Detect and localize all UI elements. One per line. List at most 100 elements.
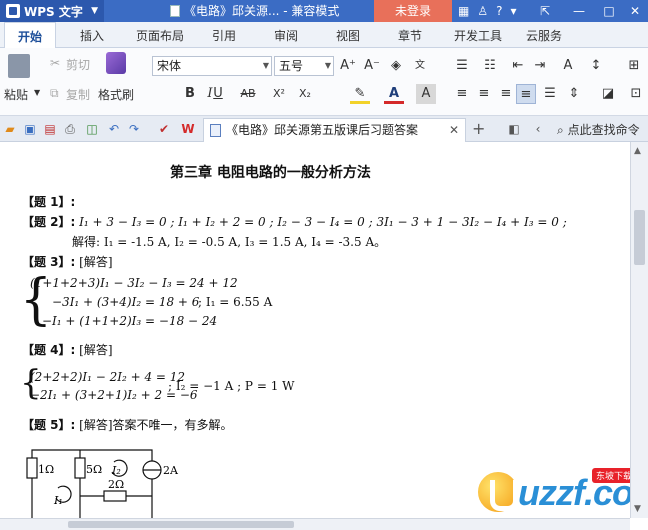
tab-page-layout[interactable]: 页面布局	[128, 22, 192, 48]
open-icon[interactable]: ▰	[2, 121, 18, 137]
char-shading-icon[interactable]: A	[416, 84, 436, 104]
font-color-icon[interactable]: A	[384, 84, 404, 104]
restore-icon[interactable]: ⇱	[532, 0, 558, 22]
tab-sections[interactable]: 章节	[388, 22, 432, 48]
wps-menu-button[interactable]: WPS 文字 ▼	[0, 0, 104, 22]
chevron-down-icon: ▼	[262, 61, 269, 70]
grow-font-icon[interactable]: A⁺	[338, 56, 358, 76]
question-2-equations: I₁ + 3 − I₃ = 0 ; I₁ + I₂ + 2 = 0 ; I₂ −…	[79, 215, 567, 229]
cut-button[interactable]: 剪切	[66, 56, 90, 73]
tab-view[interactable]: 视图	[326, 22, 370, 48]
paste-button[interactable]: 粘贴	[4, 86, 28, 103]
login-button[interactable]: 未登录	[374, 0, 452, 22]
bullets-icon[interactable]: ☰	[452, 56, 472, 76]
distributed-align-icon[interactable]: ☰	[540, 84, 560, 104]
redo-icon[interactable]: ↷	[126, 121, 142, 137]
export-pdf-icon[interactable]: ▤	[42, 121, 58, 137]
shading-icon[interactable]: ◪	[598, 84, 618, 104]
question-3-eq1: (1+1+2+3)I₁ − 3I₂ − I₃ = 24 + 12	[30, 276, 238, 290]
help-search[interactable]: ⌕ 点此查找命令	[557, 121, 640, 138]
question-4: 【题 4】: [解答]	[22, 343, 113, 357]
paste-icon[interactable]	[8, 54, 30, 78]
bold-button[interactable]: B	[180, 84, 200, 104]
strikethrough-button[interactable]: AB	[236, 84, 260, 104]
table-icon[interactable]: ⊞	[624, 56, 644, 76]
minimize-icon[interactable]: —	[566, 0, 592, 22]
line-spacing-icon[interactable]: ⇕	[564, 84, 584, 104]
print-preview-icon[interactable]: ◫	[84, 121, 100, 137]
question-4-eq1: (2+2+2)I₁ − 2I₂ + 4 = 12	[30, 370, 186, 384]
scroll-down-icon[interactable]: ▼	[634, 504, 641, 514]
decrease-indent-icon[interactable]: ⇤	[508, 56, 528, 76]
document-tab[interactable]: 《电路》邱关源第五版课后习题答案 ✕	[203, 118, 466, 142]
shirt-icon[interactable]: ♙	[477, 4, 488, 18]
save-icon[interactable]: ▣	[22, 121, 38, 137]
watermark-logo-icon	[476, 470, 520, 514]
question-3-eq2: −3I₁ + (3+4)I₂ = 18 + 6	[52, 295, 200, 309]
tab-home[interactable]: 开始	[4, 22, 56, 48]
app-name: WPS 文字	[24, 4, 83, 19]
resistor-3-label: 2Ω	[108, 478, 124, 491]
font-size-select[interactable]: 五号 ▼	[274, 56, 334, 76]
tab-list-icon[interactable]: ◧	[506, 121, 522, 137]
align-left-icon[interactable]: ≡	[452, 84, 472, 104]
current-i2-label: I₂	[111, 464, 121, 477]
tab-developer[interactable]: 开发工具	[446, 22, 510, 48]
phonetic-icon[interactable]: 文	[410, 56, 430, 76]
customize-icon[interactable]: ✔	[156, 121, 172, 137]
border-icon[interactable]: ⊡	[626, 84, 646, 104]
highlight-icon[interactable]: ✎	[350, 84, 370, 104]
document-page[interactable]: 第三章 电阻电路的一般分析方法 【题 1】: 【题 2】: I₁ + 3 − I…	[0, 142, 630, 518]
vertical-scrollbar[interactable]: ▲ ▼	[630, 142, 648, 518]
wps-logo-icon	[6, 4, 20, 18]
chevron-left-icon[interactable]: ‹	[530, 121, 546, 137]
ribbon-toolbar: 粘贴 ▼ ✂ 剪切 ⧉ 复制 格式刷 宋体 ▼ 五号 ▼ A⁺ A⁻ ◈ 文 B I…	[0, 48, 648, 116]
chevron-down-icon[interactable]: ▾	[510, 4, 516, 18]
sort-icon[interactable]: ↕	[586, 56, 606, 76]
title-bar: WPS 文字 ▼ 《电路》邱关源... - 兼容模式 未登录 ▦ ♙ ? ▾ ⇱…	[0, 0, 648, 22]
clear-format-icon[interactable]: ◈	[386, 56, 406, 76]
site-watermark: uzzf.com 东坡下载	[476, 468, 630, 518]
undo-icon[interactable]: ↶	[106, 121, 122, 137]
question-3-eq3: −I₁ + (1+1+2)I₃ = −18 − 24	[42, 314, 218, 328]
horizontal-scroll-thumb[interactable]	[68, 521, 294, 528]
scroll-up-icon[interactable]: ▲	[634, 146, 641, 156]
close-icon[interactable]: ✕	[449, 119, 459, 141]
copy-icon: ⧉	[50, 86, 59, 100]
print-icon[interactable]: ⎙	[62, 121, 78, 137]
vertical-scroll-thumb[interactable]	[634, 210, 645, 265]
help-icon[interactable]: ?	[496, 4, 502, 18]
tab-insert[interactable]: 插入	[66, 22, 118, 48]
chevron-down-icon[interactable]: ▼	[34, 88, 40, 97]
tab-review[interactable]: 审阅	[264, 22, 308, 48]
chevron-down-icon: ▼	[91, 6, 98, 16]
document-icon	[170, 5, 180, 17]
format-painter-button[interactable]: 格式刷	[98, 86, 134, 103]
copy-button[interactable]: 复制	[66, 86, 90, 103]
font-name-select[interactable]: 宋体 ▼	[152, 56, 272, 76]
align-right-icon[interactable]: ≡	[496, 84, 516, 104]
increase-indent-icon[interactable]: ⇥	[530, 56, 550, 76]
skin-icon[interactable]: ▦	[458, 4, 469, 18]
question-1-label: 【题 1】:	[22, 195, 76, 209]
search-icon: ⌕	[557, 123, 564, 137]
underline-button[interactable]: U	[208, 84, 228, 104]
title-tools: ▦ ♙ ? ▾	[458, 0, 517, 22]
wps-logo-icon[interactable]: W	[180, 121, 196, 137]
new-tab-icon[interactable]: +	[472, 119, 485, 138]
close-icon[interactable]: ✕	[622, 0, 648, 22]
shrink-font-icon[interactable]: A⁻	[362, 56, 382, 76]
question-5: 【题 5】: [解答]答案不唯一，有多解。	[22, 418, 233, 432]
subscript-button[interactable]: X₂	[294, 84, 316, 104]
align-center-icon[interactable]: ≡	[474, 84, 494, 104]
superscript-button[interactable]: X²	[268, 84, 290, 104]
numbering-icon[interactable]: ☷	[480, 56, 500, 76]
horizontal-scrollbar[interactable]	[0, 518, 630, 530]
tab-references[interactable]: 引用	[202, 22, 246, 48]
tab-cloud[interactable]: 云服务	[518, 22, 570, 48]
current-i1-label: I₁	[53, 494, 63, 507]
maximize-icon[interactable]: □	[596, 0, 622, 22]
align-justify-icon[interactable]: ≡	[516, 84, 536, 104]
chapter-heading: 第三章 电阻电路的一般分析方法	[170, 165, 371, 181]
text-direction-icon[interactable]: A	[558, 56, 578, 76]
